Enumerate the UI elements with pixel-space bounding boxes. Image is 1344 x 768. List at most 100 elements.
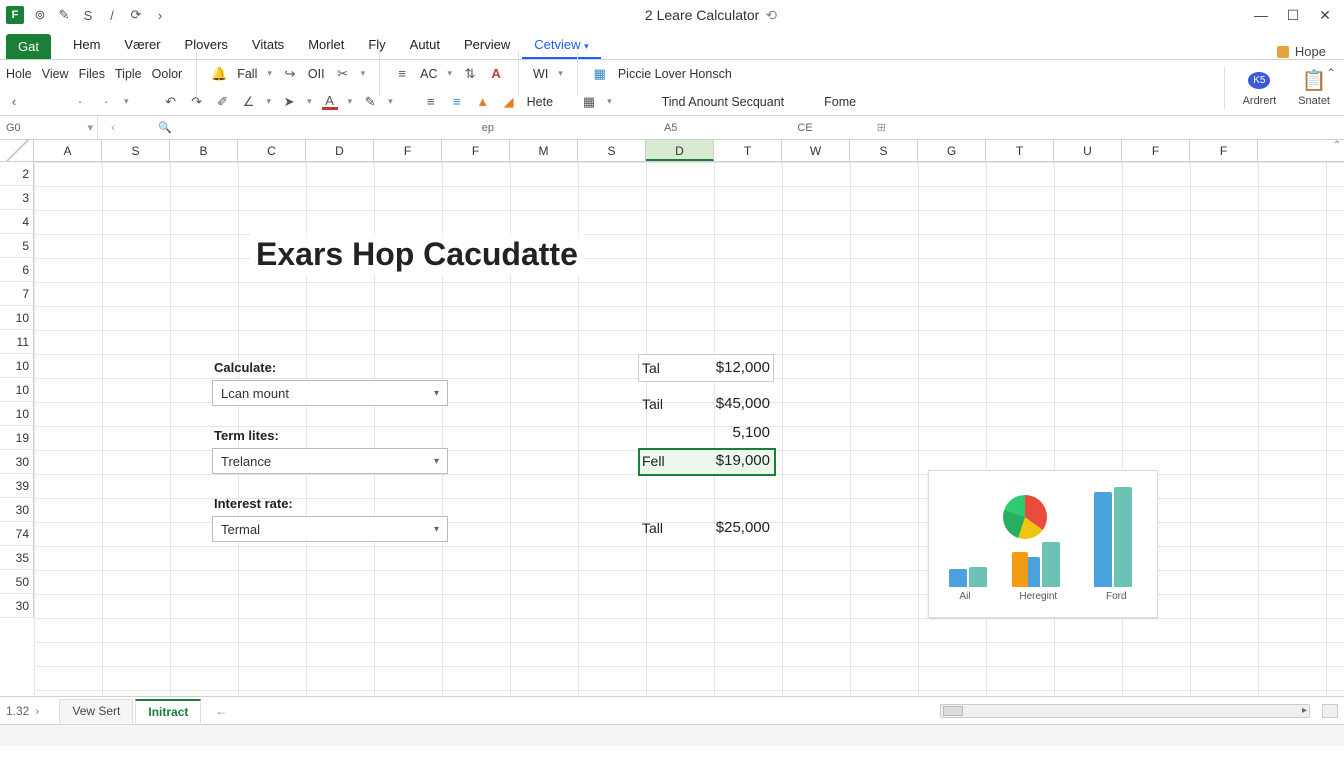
ribbon-cmd[interactable]: OII xyxy=(308,67,325,81)
undo-icon[interactable]: ↶ xyxy=(163,94,179,110)
ribbon-cmd[interactable]: Files xyxy=(79,67,105,81)
embedded-chart[interactable]: AilHeregintFord xyxy=(928,470,1158,618)
warn-icon[interactable]: ▲ xyxy=(475,94,491,110)
column-header[interactable]: T xyxy=(714,140,782,161)
column-header[interactable]: U xyxy=(1054,140,1122,161)
ribbon-cmd[interactable]: Fall xyxy=(237,67,257,81)
qat-more-icon[interactable]: › xyxy=(152,7,168,23)
view-mode-button[interactable] xyxy=(1322,704,1338,718)
pin-icon[interactable]: ➤ xyxy=(281,94,297,110)
row-header[interactable]: 30 xyxy=(0,450,34,474)
row-header[interactable]: 35 xyxy=(0,546,34,570)
row-header[interactable]: 4 xyxy=(0,210,34,234)
collapse-ribbon-icon[interactable]: ⌃ xyxy=(1326,66,1336,80)
brush-icon[interactable]: ✐ xyxy=(215,94,231,110)
column-header[interactable]: F xyxy=(442,140,510,161)
close-button[interactable]: ✕ xyxy=(1318,8,1332,22)
ribbon-tab[interactable]: Værer xyxy=(112,32,172,59)
cut-icon[interactable]: ✂ xyxy=(335,66,351,82)
row-header[interactable]: 3 xyxy=(0,186,34,210)
ribbon-tab[interactable]: Vitats xyxy=(240,32,296,59)
ribbon-tab[interactable]: Perview xyxy=(452,32,522,59)
column-header[interactable]: B xyxy=(170,140,238,161)
ribbon-cmd[interactable]: Oolor xyxy=(152,67,183,81)
column-header[interactable]: S xyxy=(578,140,646,161)
calculate-dropdown[interactable]: Lcan mount▾ xyxy=(212,380,448,406)
row-header[interactable]: 10 xyxy=(0,378,34,402)
c-icon[interactable]: ↪ xyxy=(282,66,298,82)
column-header[interactable]: F xyxy=(374,140,442,161)
table-icon[interactable]: ▦ xyxy=(592,66,608,82)
row-header[interactable]: 39 xyxy=(0,474,34,498)
row-header[interactable]: 7 xyxy=(0,282,34,306)
ribbon-tab[interactable]: Fly xyxy=(356,32,397,59)
row-header[interactable]: 30 xyxy=(0,498,34,522)
column-header[interactable]: F xyxy=(1190,140,1258,161)
ribbon-cmd[interactable]: Hete xyxy=(527,95,553,109)
column-header[interactable]: S xyxy=(850,140,918,161)
bell-icon[interactable]: 🔔 xyxy=(211,66,227,82)
ribbon-cmd[interactable]: View xyxy=(42,67,69,81)
font-color-icon[interactable]: A xyxy=(322,94,338,110)
row-header[interactable]: 50 xyxy=(0,570,34,594)
cells-area[interactable]: Exars Hop Cacudatte Calculate: Lcan moun… xyxy=(34,162,1344,696)
maximize-button[interactable]: ☐ xyxy=(1286,8,1300,22)
sheet-tab[interactable]: Vew Sert xyxy=(59,699,133,723)
horizontal-scrollbar[interactable]: ▸ xyxy=(940,704,1310,718)
scroll-right-icon[interactable]: ▸ xyxy=(1302,705,1307,716)
column-header[interactable]: D xyxy=(306,140,374,161)
column-header[interactable]: G xyxy=(918,140,986,161)
back-icon[interactable]: ← xyxy=(215,704,227,718)
grid-icon[interactable]: ▦ xyxy=(581,94,597,110)
column-header[interactable]: C xyxy=(238,140,306,161)
name-box[interactable]: G0 ▾ xyxy=(0,116,98,139)
interest-dropdown[interactable]: Termal▾ xyxy=(212,516,448,542)
sheet-tab[interactable]: Initract xyxy=(135,699,201,723)
dot-icon[interactable]: · xyxy=(98,94,114,110)
row-header[interactable]: 5 xyxy=(0,234,34,258)
qat-icon[interactable]: S xyxy=(80,7,96,23)
chevron-down-icon[interactable]: ▾ xyxy=(87,121,97,134)
column-header[interactable]: D xyxy=(646,140,714,161)
row-header[interactable]: 2 xyxy=(0,162,34,186)
ribbon-big-button[interactable]: K5 Ardrert xyxy=(1235,69,1285,107)
cloud-sync-icon[interactable]: ⟲ xyxy=(765,7,777,24)
row-header[interactable]: 11 xyxy=(0,330,34,354)
row-header[interactable]: 19 xyxy=(0,426,34,450)
qat-icon[interactable]: ✎ xyxy=(56,7,72,23)
redo-icon[interactable]: ↷ xyxy=(189,94,205,110)
scroll-up-icon[interactable]: ⌃ xyxy=(1332,140,1342,162)
ribbon-tab[interactable]: Plovers xyxy=(173,32,240,59)
row-header[interactable]: 10 xyxy=(0,402,34,426)
minimize-button[interactable]: — xyxy=(1254,8,1268,22)
hope-label[interactable]: Hope xyxy=(1295,44,1326,59)
ribbon-cmd[interactable]: WI xyxy=(533,67,548,81)
font-a-icon[interactable]: A xyxy=(488,66,504,82)
column-header[interactable]: S xyxy=(102,140,170,161)
column-header[interactable]: A xyxy=(34,140,102,161)
row-header[interactable]: 10 xyxy=(0,306,34,330)
column-header[interactable]: F xyxy=(1122,140,1190,161)
ribbon-tab[interactable]: Autut xyxy=(398,32,452,59)
chevron-left-icon[interactable]: ‹ xyxy=(6,94,22,110)
row-header[interactable]: 74 xyxy=(0,522,34,546)
cancel-icon[interactable]: ‹ xyxy=(98,122,128,134)
row-header[interactable]: 10 xyxy=(0,354,34,378)
ribbon-cmd[interactable]: AC xyxy=(420,67,437,81)
align-center-icon[interactable]: ≡ xyxy=(449,94,465,110)
ribbon-cmd[interactable]: Fome xyxy=(824,95,856,109)
spreadsheet-grid[interactable]: ASBCDFFMSDTWSGTUFF ⌃ 2345671011101010193… xyxy=(0,140,1344,696)
column-header[interactable]: M xyxy=(510,140,578,161)
ribbon-tab[interactable]: Hem xyxy=(61,32,112,59)
ribbon-tab[interactable]: Morlet xyxy=(296,32,356,59)
ribbon-cmd[interactable]: Tiple xyxy=(115,67,142,81)
select-all-corner[interactable] xyxy=(0,140,34,161)
align-icon[interactable]: ≡ xyxy=(394,66,410,82)
sort-icon[interactable]: ⇅ xyxy=(462,66,478,82)
chevron-right-icon[interactable]: › xyxy=(35,704,39,718)
ribbon-cmd[interactable]: Piccie Lover Honsch xyxy=(618,67,732,81)
search-icon[interactable]: 🔍 xyxy=(158,121,172,134)
qat-icon[interactable]: ⟳ xyxy=(128,7,144,23)
qat-icon[interactable]: ⊚ xyxy=(32,7,48,23)
scrollbar-thumb[interactable] xyxy=(943,706,963,716)
